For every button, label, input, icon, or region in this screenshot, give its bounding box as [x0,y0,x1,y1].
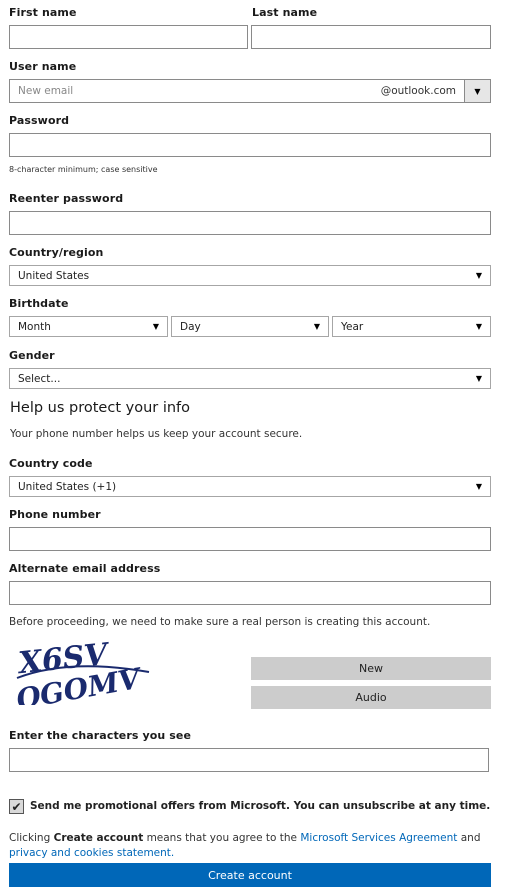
phone-number-label: Phone number [9,508,101,521]
protect-heading: Help us protect your info [10,400,191,416]
password-input[interactable] [9,133,491,157]
country-code-label: Country code [9,457,93,470]
gender-label: Gender [9,349,55,362]
first-name-label: First name [9,6,77,19]
chevron-down-icon: ▼ [152,322,159,331]
country-region-label: Country/region [9,246,104,259]
agreement-clicking: Clicking [9,832,51,844]
create-account-button[interactable]: Create account [9,863,491,887]
captcha-intro: Before proceeding, we need to make sure … [9,616,431,628]
domain-dropdown-button[interactable]: ▼ [464,79,491,103]
username-placeholder: New email [18,85,74,97]
alternate-email-input[interactable] [9,581,491,605]
agreement-text: Clicking Create account means that you a… [9,831,494,861]
privacy-link[interactable]: privacy and cookies statement. [9,847,174,859]
captcha-new-label: New [359,662,383,675]
promo-checkbox[interactable]: ✔ [9,799,24,814]
captcha-audio-label: Audio [355,691,387,704]
country-region-value: United States [18,269,90,282]
phone-number-input[interactable] [9,527,491,551]
last-name-input[interactable] [251,25,491,49]
country-region-select[interactable]: United States ▼ [9,265,491,286]
birth-year-value: Year [341,320,364,333]
birth-month-select[interactable]: Month ▼ [9,316,168,337]
agreement-create-account: Create account [53,832,144,844]
protect-subtext: Your phone number helps us keep your acc… [10,428,303,440]
agreement-and: and [460,832,481,844]
username-label: User name [9,60,77,73]
first-name-input[interactable] [9,25,248,49]
country-code-value: United States (+1) [18,480,117,493]
alternate-email-label: Alternate email address [9,562,161,575]
birth-day-value: Day [180,320,201,333]
captcha-audio-button[interactable]: Audio [251,686,491,709]
gender-select[interactable]: Select... ▼ [9,368,491,389]
chevron-down-icon: ▼ [475,374,482,383]
chevron-down-icon: ▼ [475,322,482,331]
gender-value: Select... [18,372,61,385]
create-account-label: Create account [208,868,292,882]
chevron-down-icon: ▼ [475,271,482,280]
country-code-select[interactable]: United States (+1) ▼ [9,476,491,497]
captcha-new-button[interactable]: New [251,657,491,680]
checkmark-icon: ✔ [11,799,22,814]
password-label: Password [9,114,70,127]
birth-month-value: Month [18,320,51,333]
chevron-down-icon: ▼ [475,482,482,491]
birth-day-select[interactable]: Day ▼ [171,316,329,337]
captcha-enter-label: Enter the characters you see [9,729,192,742]
reenter-password-label: Reenter password [9,192,124,205]
promo-text: Send me promotional offers from Microsof… [30,800,491,812]
msa-link[interactable]: Microsoft Services Agreement [300,832,457,844]
domain-suffix: @outlook.com [380,85,456,97]
captcha-input[interactable] [9,748,489,772]
last-name-label: Last name [252,6,318,19]
agreement-means: means that you agree to the [146,832,297,844]
birthdate-label: Birthdate [9,297,69,310]
chevron-down-icon: ▼ [313,322,320,331]
password-hint: 8-character minimum; case sensitive [9,165,158,174]
chevron-down-icon: ▼ [474,86,481,96]
birth-year-select[interactable]: Year ▼ [332,316,491,337]
username-input[interactable]: New email @outlook.com [9,79,465,103]
reenter-password-input[interactable] [9,211,491,235]
captcha-image: X6SV QGOMV [9,638,159,705]
